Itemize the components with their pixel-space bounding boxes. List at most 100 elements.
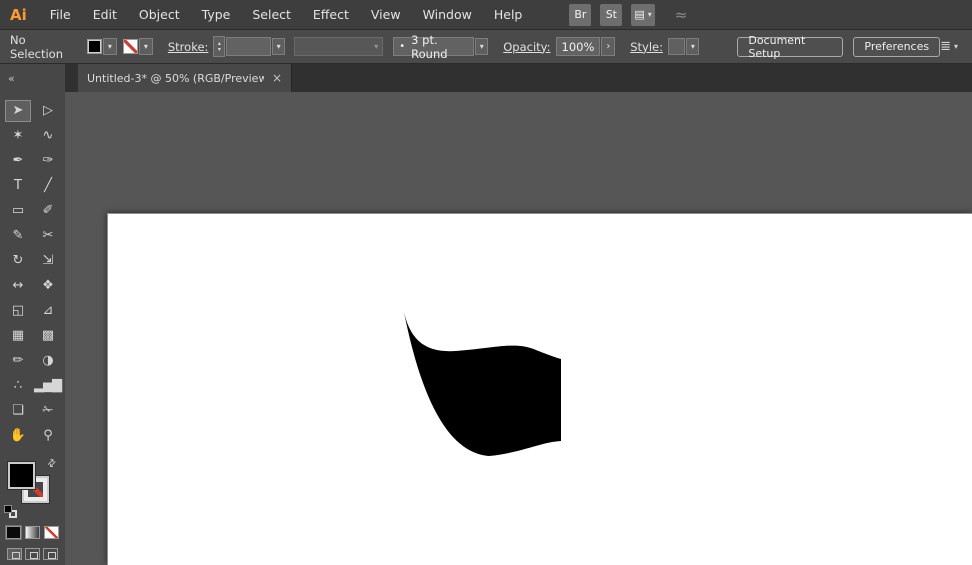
vector-shape-layer	[108, 214, 972, 565]
chevron-down-icon: ▾	[144, 42, 148, 51]
shaper-tool[interactable]: ✎	[5, 225, 31, 247]
type-tool[interactable]: T	[5, 175, 31, 197]
blend-tool[interactable]: ◑	[35, 350, 61, 372]
chevron-down-icon: ▾	[954, 42, 958, 51]
stroke-color-swatch[interactable]	[123, 39, 138, 54]
tab-strip: « Untitled-3* @ 50% (RGB/Preview) ×	[0, 64, 972, 92]
gradient-tool[interactable]: ▩	[35, 325, 61, 347]
opacity-input[interactable]: 100%	[556, 37, 601, 56]
artboard[interactable]	[107, 213, 972, 565]
menu-help[interactable]: Help	[483, 7, 534, 22]
menu-file[interactable]: File	[39, 7, 82, 22]
menu-effect[interactable]: Effect	[302, 7, 360, 22]
width-tool[interactable]: ↔	[5, 275, 31, 297]
symbol-sprayer-tool[interactable]: ∴	[5, 375, 31, 397]
sync-status-icon: ≈	[675, 6, 688, 24]
menu-window[interactable]: Window	[412, 7, 483, 22]
shape-builder-tool[interactable]: ◱	[5, 300, 31, 322]
menu-view[interactable]: View	[360, 7, 412, 22]
rotate-tool[interactable]: ↻	[5, 250, 31, 272]
fill-color-swatch[interactable]	[87, 39, 102, 54]
gradient-button[interactable]	[25, 526, 40, 539]
fill-dropdown-button[interactable]: ▾	[103, 38, 117, 55]
artboard-tool[interactable]: ❏	[5, 400, 31, 422]
none-button[interactable]	[44, 526, 59, 539]
hand-tool[interactable]: ✋	[5, 425, 31, 447]
workspace-switcher-button[interactable]: ▤ ▾	[631, 4, 654, 26]
curvature-tool[interactable]: ✑	[35, 150, 61, 172]
app-logo: Ai	[0, 6, 39, 24]
draw-inside-button[interactable]	[43, 548, 58, 560]
opacity-expand-button[interactable]: ›	[601, 37, 615, 56]
column-graph-tool[interactable]: ▂▅▇	[35, 375, 61, 397]
workspace-icon: ▤	[634, 8, 644, 21]
default-fill-stroke-button[interactable]	[4, 505, 17, 518]
menu-edit[interactable]: Edit	[82, 7, 128, 22]
stock-button[interactable]: St	[600, 4, 622, 26]
tool-panel-header[interactable]: «	[0, 64, 65, 92]
document-setup-button[interactable]: Document Setup	[737, 37, 843, 57]
direct-selection-tool[interactable]: ▷	[35, 100, 61, 122]
zoom-tool[interactable]: ⚲	[35, 425, 61, 447]
rectangle-tool[interactable]: ▭	[5, 200, 31, 222]
vector-shape[interactable]	[403, 307, 561, 456]
fill-swatch[interactable]	[8, 462, 35, 489]
selection-tool[interactable]: ➤	[5, 100, 31, 122]
menu-object[interactable]: Object	[128, 7, 191, 22]
opacity-label[interactable]: Opacity:	[503, 40, 550, 54]
stroke-label[interactable]: Stroke:	[168, 40, 209, 54]
menu-bar: Ai File Edit Object Type Select Effect V…	[0, 0, 972, 30]
stroke-dropdown-button[interactable]: ▾	[139, 38, 153, 55]
scale-tool[interactable]: ⇲	[35, 250, 61, 272]
bridge-button[interactable]: Br	[569, 4, 591, 26]
pasteboard[interactable]	[65, 92, 972, 565]
fill-swatch-control[interactable]: ▾	[87, 38, 117, 55]
swap-fill-stroke-icon[interactable]: ⇄	[45, 457, 59, 471]
brush-dropdown-button[interactable]: ▾	[475, 38, 488, 55]
main-area: ➤ ▷ ✶ ∿ ✒ ✑ T ╱ ▭ ✐ ✎ ✂ ↻ ⇲ ↔ ❖ ◱ ⊿ ▦ ▩ …	[0, 92, 972, 565]
preferences-button[interactable]: Preferences	[853, 37, 940, 57]
chevron-right-icon: ›	[606, 41, 610, 52]
draw-behind-button[interactable]	[25, 548, 40, 560]
paintbrush-tool[interactable]: ✐	[35, 200, 61, 222]
chevron-down-icon: ▾	[691, 42, 695, 51]
magic-wand-tool[interactable]: ✶	[5, 125, 31, 147]
brush-definition-field[interactable]: • 3 pt. Round	[393, 37, 474, 56]
style-swatch[interactable]	[668, 38, 685, 55]
stroke-weight-stepper[interactable]: ▴ ▾	[213, 36, 225, 57]
free-transform-tool[interactable]: ❖	[35, 275, 61, 297]
control-panel-flyout[interactable]: ≣ ▾	[940, 39, 958, 54]
chevron-down-icon: ▾	[374, 42, 378, 51]
width-profile-dropdown[interactable]: ▾	[294, 37, 383, 56]
perspective-grid-tool[interactable]: ⊿	[35, 300, 61, 322]
chevron-down-icon: ▾	[480, 42, 484, 51]
draw-mode-row	[7, 548, 58, 560]
scissors-tool[interactable]: ✂	[35, 225, 61, 247]
draw-normal-button[interactable]	[7, 548, 22, 560]
stroke-swatch-control[interactable]: ▾	[123, 38, 153, 55]
line-segment-tool[interactable]: ╱	[35, 175, 61, 197]
chevron-down-icon: ▾	[277, 42, 281, 51]
style-dropdown-button[interactable]: ▾	[686, 38, 699, 55]
slice-tool[interactable]: ✁	[35, 400, 61, 422]
selection-status: No Selection	[10, 33, 81, 61]
eyedropper-tool[interactable]: ✏	[5, 350, 31, 372]
tool-panel: ➤ ▷ ✶ ∿ ✒ ✑ T ╱ ▭ ✐ ✎ ✂ ↻ ⇲ ↔ ❖ ◱ ⊿ ▦ ▩ …	[0, 92, 65, 565]
menu-type[interactable]: Type	[191, 7, 242, 22]
stroke-weight-input[interactable]	[226, 37, 271, 56]
pen-tool[interactable]: ✒	[5, 150, 31, 172]
stepper-down-icon: ▾	[218, 47, 221, 53]
menu-select[interactable]: Select	[241, 7, 302, 22]
color-button[interactable]	[6, 526, 21, 539]
document-tab-title: Untitled-3* @ 50% (RGB/Preview)	[87, 72, 264, 85]
document-tab[interactable]: Untitled-3* @ 50% (RGB/Preview) ×	[78, 64, 292, 92]
brush-thumbnail-icon: •	[399, 41, 405, 52]
default-fill-icon	[4, 505, 12, 513]
lasso-tool[interactable]: ∿	[35, 125, 61, 147]
mesh-tool[interactable]: ▦	[5, 325, 31, 347]
style-label[interactable]: Style:	[630, 40, 663, 54]
color-type-row	[6, 526, 59, 539]
chevron-down-icon: ▾	[108, 42, 112, 51]
stroke-weight-dropdown-button[interactable]: ▾	[272, 38, 285, 55]
close-icon[interactable]: ×	[272, 71, 282, 85]
